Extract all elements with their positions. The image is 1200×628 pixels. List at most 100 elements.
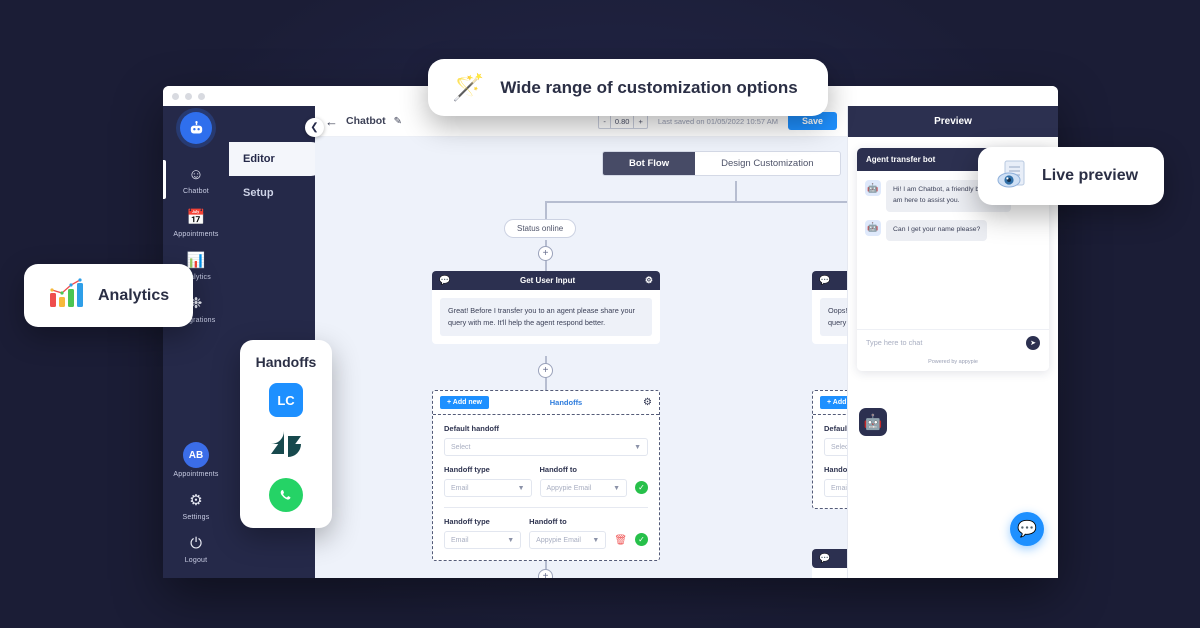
sidebar-item-label: Appointments (173, 231, 219, 238)
sidebar-item-chatbot[interactable]: ☺ Chatbot (163, 158, 229, 201)
send-icon[interactable]: ➤ (1026, 335, 1040, 350)
status-online-pill[interactable]: Status online (504, 219, 577, 238)
gear-icon[interactable]: ⚙ (643, 397, 652, 408)
sidebar-item-account[interactable]: AB Appointments (163, 435, 229, 484)
add-new-button[interactable]: + Add new (440, 396, 489, 409)
chat-message: 🤖 Can I get your name please? (865, 219, 1041, 241)
robot-face-icon: ☺ (188, 166, 204, 183)
handoff-row: Handoff type Email ▼ Handoff to Appypie … (444, 465, 648, 497)
select-value: Select (451, 443, 471, 451)
flow-tabs: Bot Flow Design Customization (602, 151, 841, 176)
select-value: Email (451, 536, 469, 544)
sidebar-item-label: Settings (182, 514, 210, 521)
power-icon: ⏻ (190, 535, 202, 552)
delete-handoff-icon[interactable]: 🗑 (614, 535, 627, 546)
tab-bot-flow[interactable]: Bot Flow (603, 152, 696, 175)
message-icon: 💬 (819, 553, 831, 563)
default-handoff-select[interactable]: Select ▼ (444, 438, 648, 456)
zendesk-logo (269, 430, 303, 465)
app-logo-robot-icon[interactable] (180, 112, 212, 144)
chat-input[interactable]: Type here to chat ➤ (857, 329, 1049, 355)
handoff-confirm-icon[interactable]: ✓ (635, 533, 649, 546)
sidebar: ☺ Chatbot 📅 Appointments 📊 Analytics ❉ I… (163, 106, 229, 578)
node-get-user-input-online[interactable]: 💬 Get User Input ⚙ Great! Before I trans… (432, 271, 660, 345)
node-body: Oops! There's no agent online right now!… (812, 290, 847, 345)
powered-by-label: Powered by appypie (857, 355, 1049, 371)
handoff-to-label: Handoff to (539, 465, 578, 474)
preview-header: Preview (848, 106, 1058, 137)
node-get-user-input-offline[interactable]: 💬 Get User Input ⚙ Oops! There's no agen… (812, 271, 847, 345)
handoff-to-group: Handoff to Appypie Email ▼ (529, 517, 607, 549)
robot-icon: 🤖 (865, 180, 881, 196)
livechat-logo-text: LC (277, 392, 295, 408)
magic-wand-icon: 🪄 (452, 72, 485, 102)
pencil-square-icon[interactable]: ✎ (394, 116, 402, 127)
add-node-button[interactable]: + (538, 246, 553, 261)
chevron-down-icon: ▼ (507, 536, 515, 544)
callout-label: Live preview (1042, 167, 1139, 184)
handoff-type-label: Handoff type (824, 465, 847, 474)
page-title: Chatbot (346, 115, 386, 127)
chat-launcher-button[interactable]: 💬 (1010, 512, 1044, 546)
sidebar-item-logout[interactable]: ⏻ Logout (163, 527, 229, 578)
connector (545, 201, 847, 203)
robot-icon: 🤖 (865, 219, 881, 236)
handoff-card-online[interactable]: + Add new Handoffs ⚙ Default handoff Sel… (432, 390, 660, 561)
zoom-in-button[interactable]: + (634, 115, 646, 128)
gear-icon[interactable]: ⚙ (645, 275, 653, 286)
node-nps-survey[interactable]: 💬 NPS Survey ⚙ (812, 549, 847, 578)
add-node-button[interactable]: + (538, 363, 553, 378)
node-title: Get User Input (830, 276, 847, 285)
zoom-out-button[interactable]: - (599, 115, 610, 128)
divider (444, 507, 648, 508)
message-icon: 💬 (819, 275, 831, 285)
handoff-type-group: Handoff type Email ▼ (444, 465, 532, 497)
bot-launcher-button[interactable]: 🤖 (859, 408, 887, 436)
handoff-confirm-icon[interactable]: ✓ (635, 481, 648, 494)
handoff-type-select[interactable]: Email ▼ (444, 479, 532, 497)
default-handoff-select[interactable]: Select ▼ (824, 438, 847, 456)
node-message: Great! Before I transfer you to an agent… (440, 298, 652, 337)
handoff-to-select[interactable]: Appypie Email ▼ (529, 531, 607, 549)
calendar-check-icon: 📅 (186, 209, 206, 226)
window-dot-close[interactable] (172, 92, 179, 100)
node-header: 💬 Get User Input ⚙ (432, 271, 660, 290)
handoff-body: Default handoff Select ▼ Handoff type Em… (813, 415, 847, 508)
tab-design-customization[interactable]: Design Customization (695, 152, 839, 175)
arrow-left-icon[interactable]: ← (325, 114, 338, 129)
node-title: NPS Survey (830, 554, 847, 563)
callout-card-customization: 🪄 Wide range of customization options (428, 59, 828, 116)
handoff-type-group: Handoff type Email ▼ (444, 517, 522, 549)
editor-tab-setup[interactable]: Setup (229, 176, 315, 210)
node-header: 💬 NPS Survey ⚙ (812, 549, 847, 568)
sidebar-item-appointments[interactable]: 📅 Appointments (163, 201, 229, 244)
add-node-button[interactable]: + (538, 569, 553, 578)
handoff-to-select[interactable]: Appypie Email ▼ (539, 479, 627, 497)
handoff-to-group: Handoff to Appypie Email ▼ (539, 465, 627, 497)
handoff-header: + Add new Handoffs ⚙ (433, 391, 659, 415)
select-value: Email (451, 484, 469, 492)
editor-tab-label: Setup (243, 187, 274, 199)
sidebar-account-label: Appointments (173, 471, 219, 478)
default-handoff-label: Default handoff (824, 424, 847, 433)
chat-bubble-icon: 💬 (1017, 521, 1037, 538)
select-value: Select (831, 443, 847, 451)
handoff-row: Handoff type Email ▼ Handoff to Appypie … (824, 465, 847, 497)
chevron-left-icon[interactable]: ❮ (305, 118, 324, 137)
handoff-body: Default handoff Select ▼ Handoff type Em… (433, 415, 659, 560)
window-dot-maximize[interactable] (198, 92, 205, 100)
editor-tab-editor[interactable]: Editor (229, 142, 325, 176)
node-header: 💬 Get User Input ⚙ (812, 271, 847, 290)
default-handoff-label: Default handoff (444, 424, 499, 433)
add-new-button[interactable]: + Add new (820, 396, 847, 409)
chat-message-text: Can I get your name please? (886, 219, 988, 241)
gear-icon: ⚙ (189, 492, 203, 509)
callout-card-handoffs: Handoffs LC (240, 340, 332, 528)
window-dot-minimize[interactable] (185, 92, 192, 100)
handoff-type-select[interactable]: Email ▼ (824, 479, 847, 497)
avatar: AB (183, 442, 209, 468)
sidebar-item-settings[interactable]: ⚙ Settings (163, 484, 229, 527)
handoff-type-select[interactable]: Email ▼ (444, 531, 522, 549)
flow-canvas[interactable]: ← Chatbot ✎ - 0.80 + Last saved on 01/05… (315, 106, 847, 578)
handoff-card-offline[interactable]: + Add new Handoffs ⚙ Default handoff Sel… (812, 390, 847, 509)
